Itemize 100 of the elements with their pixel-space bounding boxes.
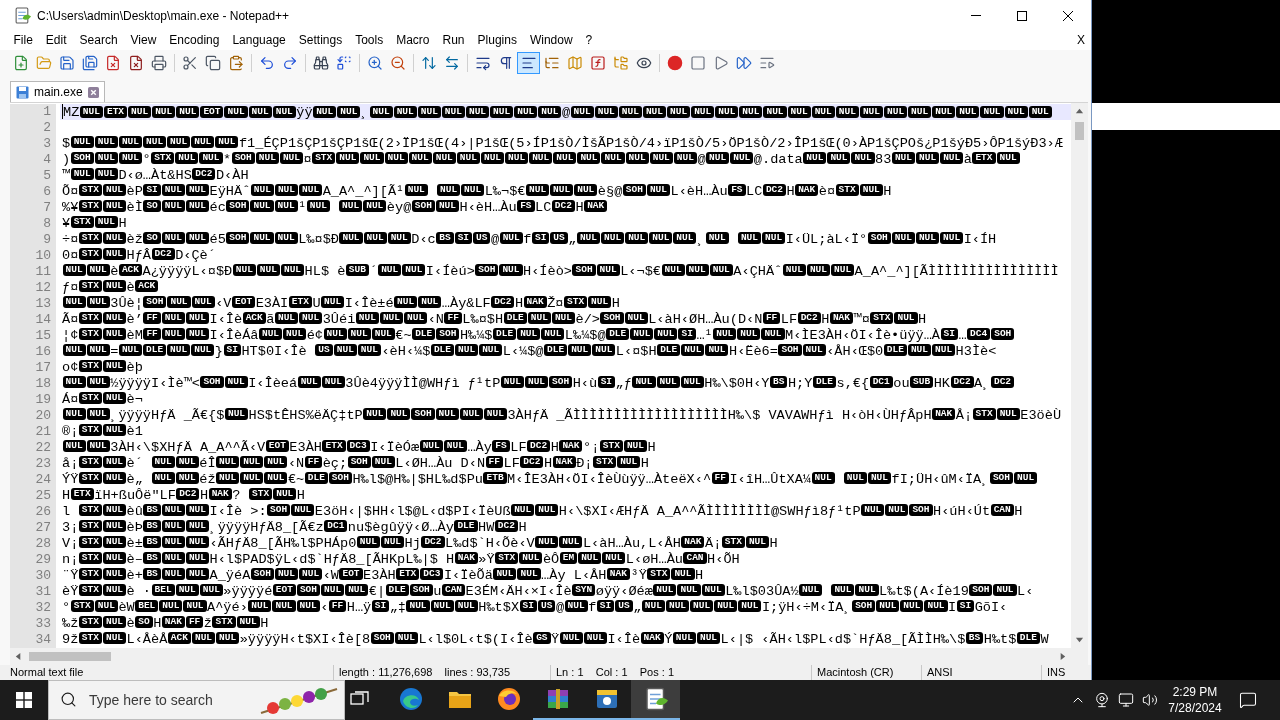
code-text: Å¡ (955, 408, 973, 423)
code-text: è/> (575, 312, 600, 327)
control-character: NUL (671, 568, 695, 581)
control-character: BEL (135, 600, 159, 613)
text-cursor (62, 104, 63, 119)
code-text: ‹W (322, 568, 339, 583)
code-text: E3ÀH (289, 440, 322, 455)
menu-item[interactable]: Language (225, 31, 293, 50)
code-text: èy@ (386, 200, 412, 215)
control-character: DLE (454, 520, 478, 533)
control-character: EM (559, 552, 578, 565)
code-text: EÿHÄˆ (209, 184, 251, 199)
control-character: NUL (940, 232, 964, 245)
code-text: Hj (404, 536, 421, 551)
control-character: SI (531, 232, 550, 245)
control-character: NUL (713, 328, 737, 341)
menu-item[interactable]: Edit (39, 31, 74, 50)
folder-tree-icon (612, 55, 629, 71)
code-text: L‹ØH…Àu D‹N (395, 456, 486, 471)
line-number: 32 (10, 600, 56, 616)
menu-item[interactable]: View (124, 31, 163, 50)
control-character: NUL (176, 105, 200, 118)
notification-icon[interactable] (1239, 691, 1257, 709)
control-character: SOH (296, 584, 321, 597)
menu-item[interactable]: Search (73, 31, 125, 50)
menu-item[interactable]: Settings (292, 31, 349, 50)
control-character: SI (597, 376, 616, 389)
code-text: @ (555, 600, 565, 615)
menu-item[interactable]: Plugins (471, 31, 524, 50)
menu-item[interactable]: Run (436, 31, 472, 50)
line-number: 5 (10, 168, 56, 184)
control-character: NUL (94, 600, 118, 613)
menu-item[interactable]: Window (523, 31, 580, 50)
code-text: øÿÿ‹Øéæ (595, 584, 653, 599)
caret-right-icon[interactable] (1058, 652, 1067, 661)
control-character: STX (78, 424, 102, 437)
control-character: NAK (523, 296, 547, 309)
control-character: NUL (86, 408, 110, 421)
control-character: NUL (102, 184, 127, 197)
control-character: NUL (274, 200, 298, 213)
control-character: NUL (337, 105, 361, 118)
volume-icon[interactable] (1142, 692, 1158, 708)
control-character: NAK (932, 408, 956, 421)
clock-date[interactable]: 7/28/2024 (1168, 700, 1222, 716)
scroll-thumb[interactable] (1075, 122, 1084, 140)
menu-item[interactable]: Tools (348, 31, 390, 50)
code-text: H (550, 440, 559, 455)
folder-icon (447, 689, 472, 709)
indent-guide-button[interactable] (517, 52, 540, 74)
control-character: US (473, 232, 491, 245)
search-field[interactable]: Type here to search (48, 680, 345, 720)
caret-down-icon[interactable] (1075, 635, 1084, 644)
control-character: NUL (94, 168, 118, 181)
close-icon[interactable] (87, 86, 99, 98)
control-character: NUL (363, 200, 387, 213)
control-character: NUL (996, 152, 1020, 165)
notepad-button[interactable] (631, 680, 680, 720)
code-text: HW (478, 520, 495, 535)
caret-left-icon[interactable] (14, 652, 23, 661)
control-character: NUL (264, 472, 288, 485)
clock-time[interactable]: 2:29 PM (1172, 684, 1218, 700)
scroll-thumb[interactable] (29, 652, 111, 661)
control-character: NUL (855, 584, 879, 597)
webcam-icon[interactable] (1094, 692, 1110, 708)
control-character: NUL (661, 264, 685, 277)
control-character: NUL (480, 152, 505, 165)
code-text: à (963, 152, 972, 167)
control-character: CAN (683, 552, 707, 565)
monitor-icon[interactable] (1118, 692, 1134, 708)
editor[interactable] (10, 102, 1088, 648)
vertical-scrollbar[interactable] (1071, 103, 1088, 648)
control-character: NUL (86, 264, 110, 277)
code-text: ¨Ÿ (62, 568, 79, 583)
caret-up-icon[interactable] (1075, 107, 1084, 116)
control-character: NUL (690, 600, 714, 613)
code-text: u (433, 584, 442, 599)
file-tab[interactable]: main.exe (10, 81, 105, 102)
control-character: NUL (102, 392, 127, 405)
control-character: NUL (737, 232, 761, 245)
wrap-text-icon (474, 55, 491, 71)
control-character: ACK (242, 312, 266, 325)
close-document-button[interactable]: X (1077, 31, 1085, 50)
code-text: f (588, 600, 597, 615)
menu-item[interactable]: ? (579, 31, 599, 50)
code-text: ¸ (696, 232, 706, 247)
menu-item[interactable]: Macro (389, 31, 436, 50)
menu-item[interactable]: File (7, 31, 40, 50)
status-field: Normal text file (0, 665, 333, 680)
control-character: NUL (232, 264, 256, 277)
control-character: NUL (347, 328, 371, 341)
horizontal-scrollbar[interactable] (10, 648, 1088, 665)
control-character: NUL (185, 312, 209, 325)
scissors-icon (181, 55, 198, 71)
control-character: SI (940, 328, 958, 341)
code-text: è– (126, 552, 143, 567)
control-character: STX (593, 456, 617, 469)
control-character: STX (78, 392, 102, 405)
control-character: STX (495, 552, 519, 565)
control-character: NUL (102, 280, 127, 293)
menu-item[interactable]: Encoding (162, 31, 226, 50)
